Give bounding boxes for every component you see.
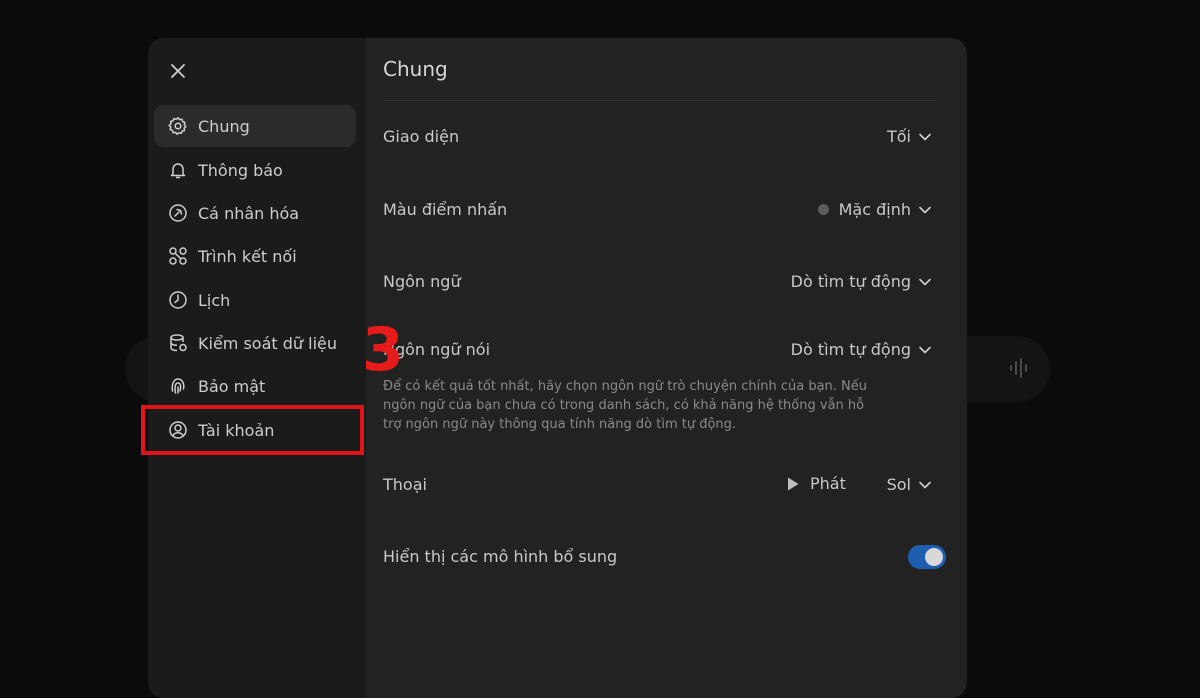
sidebar-item-label: Lịch [198,290,231,310]
sidebar-item-trinh-ket-noi[interactable]: Trình kết nối [154,235,356,277]
language-dropdown[interactable]: Dò tìm tự động [791,272,931,291]
annotation-step-number: 3 [362,315,404,385]
fingerprint-icon [171,378,185,394]
voice-dropdown[interactable]: Sol [887,475,931,494]
voice-play-label: Phát [810,474,846,493]
extra-models-toggle[interactable] [908,545,946,569]
close-icon[interactable] [168,61,188,81]
bell-icon [170,163,186,179]
connectors-icon [169,247,187,265]
sidebar-item-label: Bảo mật [198,376,266,396]
accent-value: Mặc định [838,200,911,219]
sidebar-item-label: Cá nhân hóa [198,203,300,223]
accent-color-dot [817,204,829,215]
theme-label: Giao diện [383,127,460,146]
sidebar-item-label: Kiểm soát dữ liệu [198,333,337,353]
chevron-down-icon [919,346,931,353]
extra-models-label: Hiển thị các mô hình bổ sung [383,547,618,566]
settings-dialog: Chung Thông báo Cá nhân hóa Trình kết nố… [148,38,967,698]
chevron-down-icon [919,133,931,140]
sidebar-item-label: Trình kết nối [198,246,297,266]
settings-sidebar: Chung Thông báo Cá nhân hóa Trình kết nố… [148,38,366,698]
sidebar-item-ca-nhan-hoa[interactable]: Cá nhân hóa [154,192,356,234]
gear-icon [168,117,187,135]
voice-label: Thoại [383,475,427,494]
language-value: Dò tìm tự động [790,272,911,291]
theme-value: Tối [886,127,911,146]
sidebar-item-label: Chung [198,116,250,136]
voice-play-button[interactable]: Phát [786,474,846,493]
sidebar-item-label: Thông báo [198,160,283,180]
accent-label: Màu điểm nhấn [383,200,508,219]
toggle-knob [925,548,943,566]
chevron-down-icon [919,481,931,488]
spoken-language-value: Dò tìm tự động [790,340,911,359]
chevron-down-icon [919,278,931,285]
personalize-icon [169,204,187,222]
theme-dropdown[interactable]: Tối [887,127,931,146]
spoken-language-dropdown[interactable]: Dò tìm tự động [791,340,931,359]
sidebar-item-label: Tài khoản [198,420,275,440]
sidebar-item-chung[interactable]: Chung [154,105,356,147]
sidebar-item-kiem-soat-du-lieu[interactable]: Kiểm soát dữ liệu [154,322,356,364]
clock-icon [169,291,187,309]
page-title: Chung [383,57,448,81]
voice-value: Sol [886,475,911,494]
chevron-down-icon [919,206,931,213]
settings-content: Chung Giao diện Tối Màu điểm nhấn Mặc đị… [366,38,967,698]
divider [383,100,937,101]
accent-dropdown[interactable]: Mặc định [817,200,931,219]
spoken-language-hint: Để có kết quả tốt nhất, hãy chọn ngôn ng… [383,379,868,432]
voice-waveform-icon [1010,358,1027,378]
play-icon [788,477,799,490]
sidebar-item-tai-khoan[interactable]: Tài khoản [154,409,356,451]
sidebar-item-lich[interactable]: Lịch [154,279,356,321]
database-icon [170,334,187,352]
sidebar-item-bao-mat[interactable]: Bảo mật [154,365,356,407]
account-icon [169,421,187,439]
language-label: Ngôn ngữ [383,272,461,291]
sidebar-item-thong-bao[interactable]: Thông báo [154,149,356,191]
